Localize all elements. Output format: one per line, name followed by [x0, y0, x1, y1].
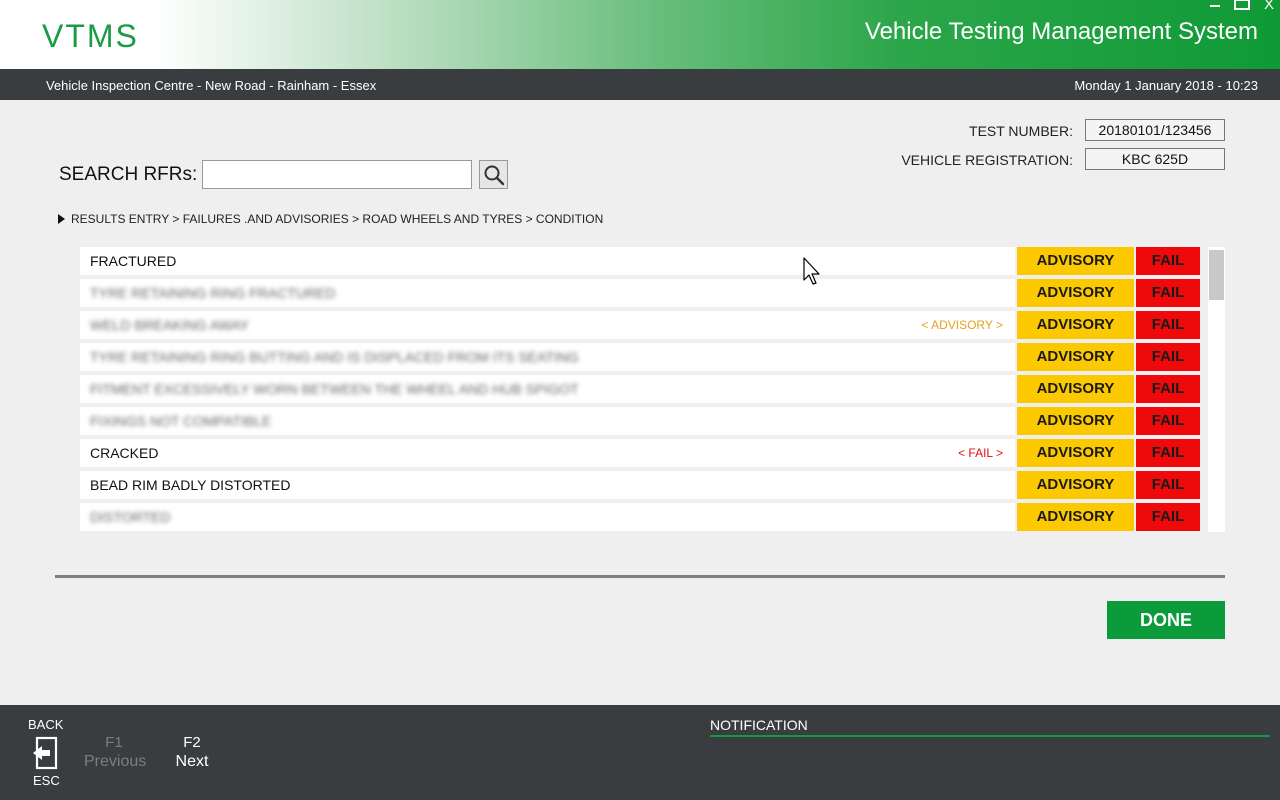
rfr-item[interactable]: BEAD RIM BADLY DISTORTED [80, 471, 1015, 499]
f1-key-label: F1 [105, 734, 123, 751]
vehicle-registration-field: KBC 625D [1085, 148, 1225, 170]
rfr-label: FRACTURED [90, 253, 177, 269]
rfr-row: CRACKED < FAIL > ADVISORY FAIL [80, 439, 1200, 467]
advisory-button[interactable]: ADVISORY [1017, 503, 1134, 531]
app-title: Vehicle Testing Management System [864, 18, 1258, 45]
rfr-label: TYRE RETAINING RING FRACTURED [90, 285, 336, 301]
expand-triangle-icon[interactable] [58, 214, 65, 224]
breadcrumb: RESULTS ENTRY > FAILURES .AND ADVISORIES… [58, 212, 603, 226]
fail-button[interactable]: FAIL [1136, 471, 1200, 499]
info-bar: Vehicle Inspection Centre - New Road - R… [0, 69, 1280, 100]
rfr-row: BEAD RIM BADLY DISTORTED ADVISORY FAIL [80, 471, 1200, 499]
f2-key-label: F2 [183, 734, 201, 751]
test-number-label: TEST NUMBER: [969, 123, 1073, 139]
previous-button[interactable]: F1 Previous [84, 734, 147, 771]
advisory-button[interactable]: ADVISORY [1017, 375, 1134, 403]
next-button[interactable]: F2 Next [172, 734, 212, 771]
rfr-item[interactable]: WELD BREAKING AWAY < ADVISORY > [80, 311, 1015, 339]
advisory-button[interactable]: ADVISORY [1017, 471, 1134, 499]
rfr-item[interactable]: TYRE RETAINING RING FRACTURED [80, 279, 1015, 307]
rfr-row: DISTORTED ADVISORY FAIL [80, 503, 1200, 531]
section-divider [55, 575, 1225, 578]
mouse-pointer-icon [803, 257, 820, 285]
rfr-list: FRACTURED ADVISORY FAIL TYRE RETAINING R… [80, 247, 1200, 535]
search-icon [484, 165, 504, 185]
current-datetime: Monday 1 January 2018 - 10:23 [1074, 78, 1258, 93]
rfr-row: TYRE RETAINING RING FRACTURED ADVISORY F… [80, 279, 1200, 307]
rfr-label: FITMENT EXCESSIVELY WORN BETWEEN THE WHE… [90, 381, 579, 397]
esc-key-label: ESC [33, 773, 60, 788]
rfr-row: FRACTURED ADVISORY FAIL [80, 247, 1200, 275]
back-label: BACK [28, 717, 64, 732]
done-button[interactable]: DONE [1107, 601, 1225, 639]
advisory-button[interactable]: ADVISORY [1017, 407, 1134, 435]
advisory-button[interactable]: ADVISORY [1017, 439, 1134, 467]
app-logo: VTMS [42, 18, 139, 54]
notification-underline [710, 735, 1270, 737]
breadcrumb-path: RESULTS ENTRY > FAILURES .AND ADVISORIES… [71, 212, 604, 226]
fail-button[interactable]: FAIL [1136, 343, 1200, 371]
fail-button[interactable]: FAIL [1136, 503, 1200, 531]
rfr-item[interactable]: FIXINGS NOT COMPATIBLE [80, 407, 1015, 435]
rfr-row: FIXINGS NOT COMPATIBLE ADVISORY FAIL [80, 407, 1200, 435]
back-exit-icon[interactable] [31, 736, 59, 770]
app-header: VTMS Vehicle Testing Management System X [0, 0, 1280, 69]
search-label: SEARCH RFRs: [59, 164, 198, 185]
next-label: Next [175, 753, 209, 770]
rfr-row: FITMENT EXCESSIVELY WORN BETWEEN THE WHE… [80, 375, 1200, 403]
notification-label: NOTIFICATION [710, 717, 808, 733]
search-button[interactable] [479, 160, 508, 189]
rfr-item[interactable]: FITMENT EXCESSIVELY WORN BETWEEN THE WHE… [80, 375, 1015, 403]
rfr-label: CRACKED [90, 445, 159, 461]
rfr-label: DISTORTED [90, 509, 171, 525]
maximize-icon[interactable] [1233, 0, 1250, 10]
list-scrollbar-thumb[interactable] [1209, 250, 1224, 300]
rfr-label: FIXINGS NOT COMPATIBLE [90, 413, 272, 429]
window-controls: X [1209, 0, 1274, 12]
rfr-row: WELD BREAKING AWAY < ADVISORY > ADVISORY… [80, 311, 1200, 339]
search-input[interactable] [202, 160, 472, 189]
fail-button[interactable]: FAIL [1136, 407, 1200, 435]
test-centre-location: Vehicle Inspection Centre - New Road - R… [46, 78, 377, 93]
test-number-field: 20180101/123456 [1085, 119, 1225, 141]
advisory-button[interactable]: ADVISORY [1017, 247, 1134, 275]
footer-bar: BACK ESC F1 Previous F2 Next NOTIFICATIO… [0, 705, 1280, 800]
rfr-item[interactable]: FRACTURED [80, 247, 1015, 275]
previous-label: Previous [84, 753, 147, 770]
rfr-tag: < FAIL > [958, 446, 1003, 460]
rfr-tag: < ADVISORY > [921, 318, 1003, 332]
advisory-button[interactable]: ADVISORY [1017, 279, 1134, 307]
vehicle-registration-label: VEHICLE REGISTRATION: [901, 152, 1073, 168]
rfr-item[interactable]: CRACKED < FAIL > [80, 439, 1015, 467]
fail-button[interactable]: FAIL [1136, 279, 1200, 307]
rfr-label: BEAD RIM BADLY DISTORTED [90, 477, 291, 493]
rfr-label: TYRE RETAINING RING BUTTING AND IS DISPL… [90, 349, 579, 365]
rfr-label: WELD BREAKING AWAY [90, 317, 249, 333]
fail-button[interactable]: FAIL [1136, 247, 1200, 275]
fail-button[interactable]: FAIL [1136, 439, 1200, 467]
advisory-button[interactable]: ADVISORY [1017, 343, 1134, 371]
fail-button[interactable]: FAIL [1136, 311, 1200, 339]
fail-button[interactable]: FAIL [1136, 375, 1200, 403]
advisory-button[interactable]: ADVISORY [1017, 311, 1134, 339]
close-icon[interactable]: X [1264, 0, 1274, 12]
rfr-item[interactable]: DISTORTED [80, 503, 1015, 531]
minimize-icon[interactable] [1209, 0, 1220, 7]
rfr-row: TYRE RETAINING RING BUTTING AND IS DISPL… [80, 343, 1200, 371]
rfr-item[interactable]: TYRE RETAINING RING BUTTING AND IS DISPL… [80, 343, 1015, 371]
